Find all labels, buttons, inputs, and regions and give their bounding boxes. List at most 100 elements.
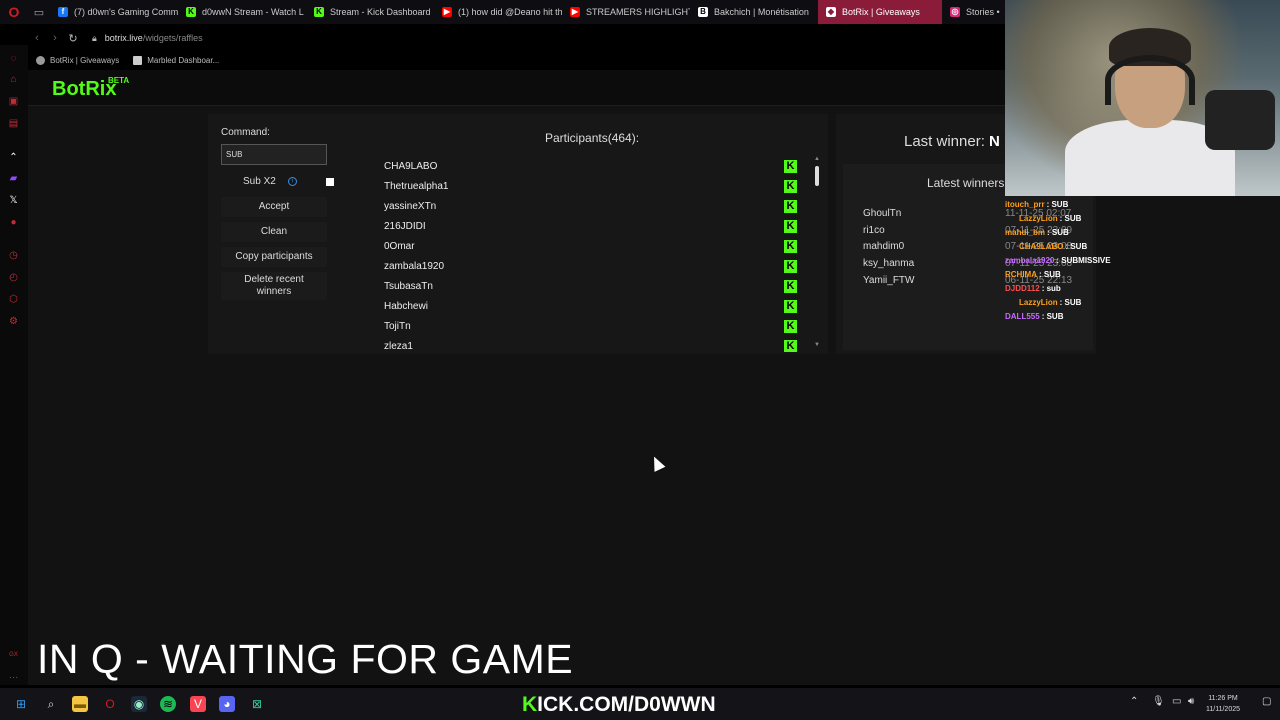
subx2-checkbox[interactable] bbox=[326, 178, 334, 186]
list-item[interactable]: zleza1 bbox=[369, 336, 809, 352]
kick-icon bbox=[784, 219, 797, 233]
reload-icon[interactable]: ↻ bbox=[64, 32, 82, 45]
headphones bbox=[1105, 55, 1195, 105]
accept-button[interactable]: Accept bbox=[221, 197, 327, 217]
scroll-up-icon[interactable]: ▲ bbox=[813, 156, 821, 162]
search-icon[interactable]: ⌕ bbox=[43, 696, 59, 712]
tab-botrix-active[interactable]: ◆ BotRix | Giveaways bbox=[818, 0, 942, 24]
lock-icon[interactable]: 🔒︎ bbox=[92, 33, 97, 44]
spotify-icon[interactable]: ≋ bbox=[160, 696, 176, 712]
xbox-app-icon[interactable]: ⊠ bbox=[249, 696, 265, 712]
network-icon[interactable]: ▭ bbox=[1172, 696, 1181, 707]
grid-icon bbox=[133, 55, 143, 65]
webcam-overlay bbox=[1005, 0, 1280, 196]
kick-icon bbox=[784, 239, 797, 253]
raffle-panel: Command: SUB Sub X2 i Accept Clean Copy … bbox=[208, 114, 828, 354]
botrix-icon: ◆ bbox=[826, 7, 836, 17]
list-item[interactable]: TojiTn bbox=[369, 316, 809, 336]
kick-icon: K bbox=[186, 7, 196, 17]
settings-icon[interactable]: ⚙ bbox=[7, 315, 20, 328]
forward-icon[interactable]: › bbox=[46, 32, 64, 44]
participants-title: Participants(464): bbox=[545, 131, 640, 145]
url-path[interactable]: /widgets/raffles bbox=[143, 33, 203, 43]
subx2-label: Sub X2 bbox=[243, 176, 276, 187]
tab-youtube-1[interactable]: ▶ (1) how did @Deano hit th bbox=[434, 0, 562, 24]
botrix-logo[interactable]: BotRix BETA bbox=[52, 76, 129, 101]
latest-winners-title: Latest winners bbox=[927, 176, 1005, 190]
winner-name: ri1co bbox=[863, 225, 885, 236]
discord-icon[interactable]: ◕ bbox=[219, 696, 235, 712]
twitch-icon[interactable]: ▰ bbox=[7, 172, 20, 185]
bookmark-marbled[interactable]: Marbled Dashboar... bbox=[133, 55, 219, 65]
gx-icon[interactable]: GX bbox=[7, 649, 20, 662]
tab-kick-dashboard[interactable]: K Stream - Kick Dashboard bbox=[306, 0, 434, 24]
shopping-icon[interactable]: ⌂ bbox=[7, 73, 20, 86]
delete-recent-winners-button[interactable]: Delete recent winners bbox=[221, 272, 327, 300]
youtube-icon: ▶ bbox=[570, 7, 580, 17]
chat-message: itouch_prr: SUB bbox=[1005, 200, 1069, 209]
list-item[interactable]: TsubasaTn bbox=[369, 276, 809, 296]
kick-icon bbox=[784, 339, 797, 352]
tray-chevron-icon[interactable]: ⌃ bbox=[1130, 696, 1138, 707]
valorant-icon[interactable]: V bbox=[190, 696, 206, 712]
command-input[interactable]: SUB bbox=[221, 144, 327, 165]
history-icon[interactable]: ◷ bbox=[7, 249, 20, 262]
tab-youtube-2[interactable]: ▶ STREAMERS HIGHLIGHT bbox=[562, 0, 690, 24]
botrix-icon bbox=[36, 55, 45, 65]
tab-facebook[interactable]: f (7) d0wn's Gaming Comm bbox=[50, 0, 178, 24]
youtube-icon: ▶ bbox=[442, 7, 452, 17]
stream-status-text: IN Q - WAITING FOR GAME bbox=[37, 636, 574, 682]
last-winner: Last winner: N bbox=[904, 133, 1000, 150]
address-bar: ‹ › ↻ 🔒︎ botrix.live/widgets/raffles bbox=[28, 27, 1005, 49]
microphone-icon[interactable]: 🎙︎ bbox=[1152, 696, 1165, 707]
x-icon[interactable]: 𝕏 bbox=[7, 194, 20, 207]
bookmarks-bar: BotRix | Giveaways Marbled Dashboar... bbox=[28, 52, 1005, 68]
microphone bbox=[1205, 90, 1275, 150]
kick-icon: K bbox=[314, 7, 324, 17]
clock-icon[interactable]: ◴ bbox=[7, 271, 20, 284]
bakchich-icon: B bbox=[698, 7, 708, 17]
list-item[interactable]: 216JDIDI bbox=[369, 216, 809, 236]
windows-taskbar: ⊞ ⌕ ▬ O ◉ ≋ V ◕ ⊠ KICK.COM/D0WWN ⌃ 🎙︎ ▭ … bbox=[0, 688, 1280, 720]
tiktok-icon[interactable]: ● bbox=[7, 216, 20, 229]
notification-icon[interactable]: ▢ bbox=[1262, 696, 1271, 707]
copy-participants-button[interactable]: Copy participants bbox=[221, 247, 327, 267]
winner-name: ksy_hanma bbox=[863, 258, 915, 269]
back-icon[interactable]: ‹ bbox=[28, 32, 46, 44]
windows-start-icon[interactable]: ⊞ bbox=[13, 696, 29, 712]
list-item[interactable]: CHA9LABO bbox=[369, 156, 809, 176]
taskbar-clock[interactable]: 11:26 PM 11/11/2025 bbox=[1206, 693, 1240, 715]
messenger-icon[interactable]: ▣ bbox=[7, 95, 20, 108]
opera-gx-icon[interactable]: O bbox=[102, 696, 118, 712]
extensions-icon[interactable]: ⬡ bbox=[7, 293, 20, 306]
aria-icon[interactable]: ◌ bbox=[7, 52, 20, 65]
scroll-thumb[interactable] bbox=[815, 166, 819, 186]
clean-button[interactable]: Clean bbox=[221, 222, 327, 242]
more-icon[interactable]: … bbox=[7, 669, 20, 682]
scroll-down-icon[interactable]: ▼ bbox=[813, 342, 821, 348]
kick-url-banner: KICK.COM/D0WWN bbox=[522, 693, 716, 716]
tab-instagram[interactable]: ◎ Stories • bbox=[942, 0, 1002, 24]
participants-scrollbar[interactable]: ▲ ▼ bbox=[813, 156, 821, 352]
steam-icon[interactable]: ◉ bbox=[131, 696, 147, 712]
list-item[interactable]: 0Omar bbox=[369, 236, 809, 256]
list-item[interactable]: Habchewi bbox=[369, 296, 809, 316]
winner-name: mahdim0 bbox=[863, 241, 905, 252]
chat-message: DALL555: SUB bbox=[1005, 312, 1064, 321]
list-item[interactable]: Thetruealpha1 bbox=[369, 176, 809, 196]
list-item[interactable]: zambala1920 bbox=[369, 256, 809, 276]
instagram-icon: ◎ bbox=[950, 7, 960, 17]
url-host[interactable]: botrix.live bbox=[105, 33, 143, 43]
volume-icon[interactable]: 🔊︎ bbox=[1188, 696, 1194, 707]
file-explorer-icon[interactable]: ▬ bbox=[72, 696, 88, 712]
bookmark-botrix[interactable]: BotRix | Giveaways bbox=[36, 55, 119, 65]
notes-icon[interactable]: ▤ bbox=[7, 117, 20, 130]
tab-bakchich[interactable]: B Bakchich | Monétisation bbox=[690, 0, 818, 24]
info-icon[interactable]: i bbox=[288, 177, 297, 186]
kick-icon bbox=[784, 299, 797, 313]
tab-menu-icon[interactable]: ▭ bbox=[28, 6, 50, 19]
kick-sidebar-icon[interactable]: ⌃ bbox=[7, 151, 20, 164]
tab-kick-stream[interactable]: Kd0wwN Stream - Watch L bbox=[178, 0, 306, 24]
list-item[interactable]: yassineXTn bbox=[369, 196, 809, 216]
opera-logo-icon[interactable]: O bbox=[0, 0, 28, 24]
